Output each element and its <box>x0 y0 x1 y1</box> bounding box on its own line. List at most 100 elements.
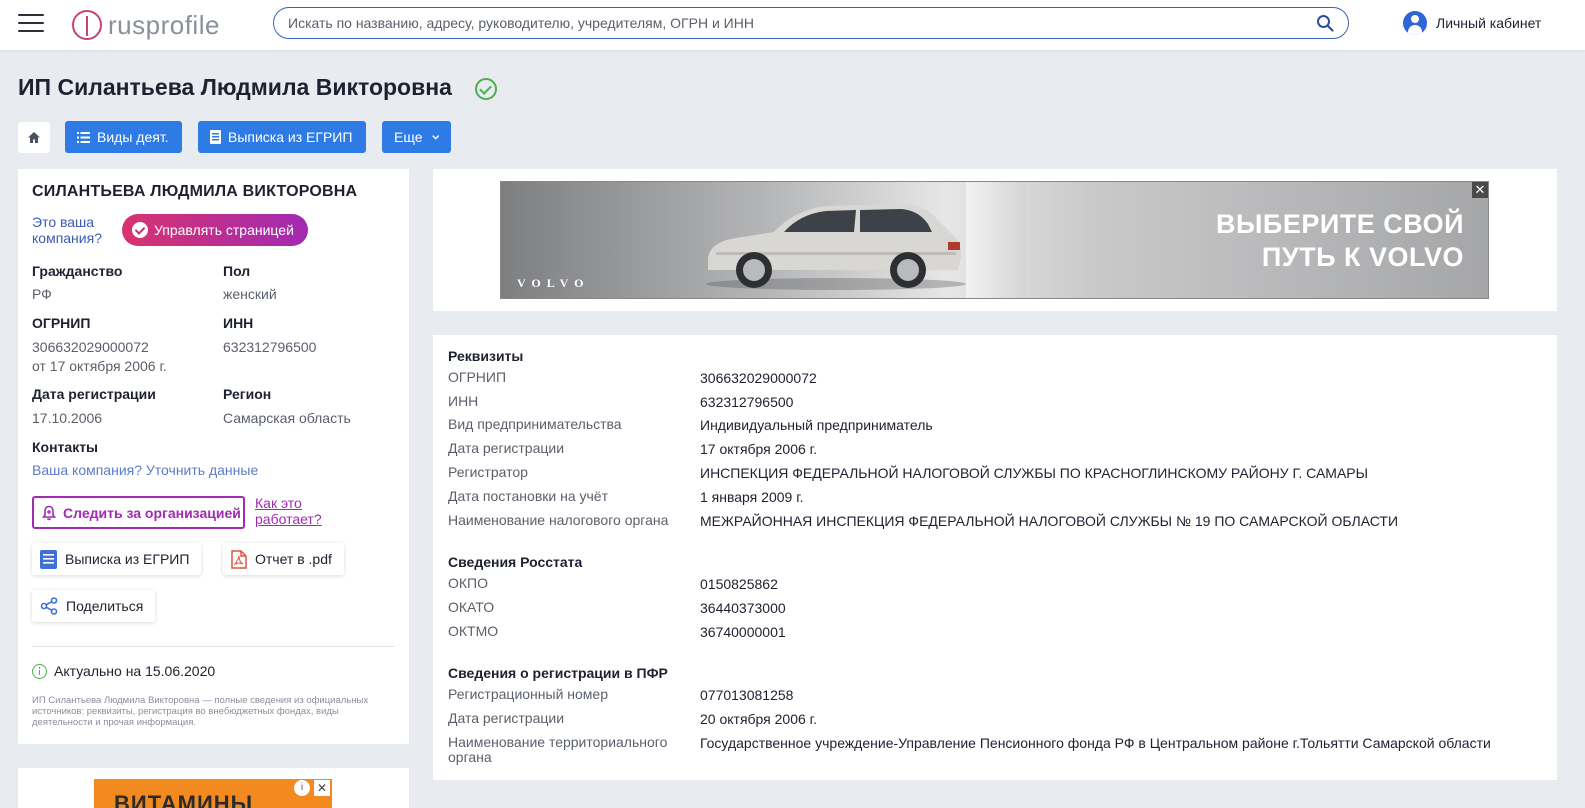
region-label: Регион <box>223 386 272 402</box>
requisite-label: ОГРНИП <box>448 369 507 385</box>
egrip-chip-label: Выписка из ЕГРИП <box>65 551 190 567</box>
manage-page-button[interactable]: Управлять страницей <box>122 214 308 246</box>
user-icon <box>1403 11 1427 35</box>
small-ad-banner[interactable]: ВИТАМИНЫ i ✕ <box>94 779 332 808</box>
disclaimer: ИП Силантьева Людмила Викторовна — полны… <box>32 695 369 728</box>
pfr-label: Дата регистрации <box>448 710 565 726</box>
ad-slogan: ВЫБЕРИТЕ СВОЙ ПУТЬ К VOLVO <box>1144 208 1464 274</box>
pdf-chip[interactable]: Отчет в .pdf <box>223 543 344 575</box>
region-value: Самарская область <box>223 410 351 426</box>
requisite-value: 306632029000072 <box>700 370 817 386</box>
contacts-label: Контакты <box>32 439 99 455</box>
pfr-label: Регистрационный номер <box>448 686 608 702</box>
egrip-chip[interactable]: Выписка из ЕГРИП <box>32 543 201 575</box>
follow-button[interactable]: Следить за организацией <box>32 496 245 529</box>
check-badge-icon <box>132 222 148 238</box>
menu-icon[interactable] <box>18 14 44 34</box>
close-icon[interactable]: ✕ <box>314 780 330 796</box>
car-image <box>706 204 966 290</box>
requisite-label: Вид предпринимательства <box>448 416 622 432</box>
rosstat-value: 36740000001 <box>700 624 786 640</box>
rosstat-label: ОКТМО <box>448 623 499 639</box>
search-icon[interactable] <box>1316 14 1334 32</box>
requisite-value: Индивидуальный предприниматель <box>700 417 933 433</box>
details-card: Реквизиты ОГРНИП 306632029000072 ИНН 632… <box>433 335 1557 780</box>
more-label: Еще <box>394 129 423 145</box>
pfr-value: Государственное учреждение-Управление Пе… <box>700 735 1491 751</box>
requisite-label: Дата регистрации <box>448 440 565 456</box>
ogrnip-value: 306632029000072 <box>32 339 149 355</box>
citizenship-label: Гражданство <box>32 263 123 279</box>
info-icon <box>32 663 47 679</box>
activities-label: Виды деят. <box>97 129 169 145</box>
follow-label: Следить за организацией <box>63 504 241 521</box>
your-company-link[interactable]: Это ваша компания? <box>32 214 122 246</box>
close-icon[interactable]: ✕ <box>1472 182 1488 198</box>
small-ad-text: ВИТАМИНЫ <box>114 791 254 808</box>
share-chip[interactable]: Поделиться <box>32 590 155 622</box>
ad-brand: VOLVO <box>517 276 590 290</box>
site-logo[interactable]: rusprofile <box>72 7 220 43</box>
contacts-link[interactable]: Ваша компания? Уточнить данные <box>32 462 258 478</box>
inn-label: ИНН <box>223 315 254 331</box>
home-button[interactable] <box>18 122 50 153</box>
requisite-value: МЕЖРАЙОННАЯ ИНСПЕКЦИЯ ФЕДЕРАЛЬНОЙ НАЛОГО… <box>700 513 1399 529</box>
inn-value: 632312796500 <box>223 339 317 355</box>
egrip-label: Выписка из ЕГРИП <box>228 129 353 145</box>
requisite-label: Регистратор <box>448 464 528 480</box>
ogrnip-label: ОГРНИП <box>32 315 91 331</box>
left-ad-card: ВИТАМИНЫ i ✕ <box>18 768 409 808</box>
requisite-label: Наименование налогового органа <box>448 512 669 528</box>
entrepreneur-name: СИЛАНТЬЕВА ЛЮДМИЛА ВИКТОРОВНА <box>32 183 358 200</box>
ad-wall <box>966 182 1026 298</box>
requisites-title: Реквизиты <box>448 348 524 364</box>
gender-label: Пол <box>223 263 251 279</box>
citizenship-value: РФ <box>32 286 52 302</box>
requisite-value: 1 января 2009 г. <box>700 489 804 505</box>
bell-icon <box>42 505 56 521</box>
ad-info-icon[interactable]: i <box>294 780 310 796</box>
top-header: rusprofile Личный кабинет <box>0 0 1585 50</box>
requisite-label: Дата постановки на учёт <box>448 488 608 504</box>
actual-date: Актуально на 15.06.2020 <box>32 663 215 679</box>
ad-slogan-line2: ПУТЬ К VOLVO <box>1261 242 1464 272</box>
ad-banner[interactable]: VOLVO ВЫБЕРИТЕ СВОЙ ПУТЬ К VOLVO <box>500 181 1489 299</box>
summary-card: СИЛАНТЬЕВА ЛЮДМИЛА ВИКТОРОВНА Это ваша к… <box>18 169 409 744</box>
pfr-value: 077013081258 <box>700 687 794 703</box>
share-chip-label: Поделиться <box>66 598 144 614</box>
pdf-icon <box>231 549 247 569</box>
rosstat-title: Сведения Росстата <box>448 554 583 570</box>
ad-card: VOLVO ВЫБЕРИТЕ СВОЙ ПУТЬ К VOLVO ✕ <box>433 169 1557 311</box>
page-title: ИП Силантьева Людмила Викторовна <box>18 74 452 100</box>
more-button[interactable]: Еще <box>382 121 451 153</box>
manage-label: Управлять страницей <box>154 222 294 238</box>
rosstat-label: ОКПО <box>448 575 488 591</box>
search-box <box>273 7 1349 39</box>
account-link[interactable]: Личный кабинет <box>1403 10 1541 36</box>
egrip-document-icon <box>40 549 57 569</box>
divider <box>32 646 395 647</box>
reg-date-value: 17.10.2006 <box>32 410 103 426</box>
share-icon <box>40 597 58 615</box>
account-label: Личный кабинет <box>1436 15 1542 31</box>
search-input[interactable] <box>288 8 1288 37</box>
requisite-value: ИНСПЕКЦИЯ ФЕДЕРАЛЬНОЙ НАЛОГОВОЙ СЛУЖБЫ П… <box>700 465 1369 481</box>
pfr-title: Сведения о регистрации в ПФР <box>448 665 668 681</box>
ogrnip-date: от 17 октября 2006 г. <box>32 358 167 374</box>
pfr-value: 20 октября 2006 г. <box>700 711 817 727</box>
how-it-works-link[interactable]: Как это работает? <box>255 495 345 527</box>
ad-slogan-line1: ВЫБЕРИТЕ СВОЙ <box>1216 209 1464 239</box>
rosstat-label: ОКАТО <box>448 599 495 615</box>
actual-text: Актуально на 15.06.2020 <box>54 663 216 679</box>
list-icon <box>77 131 90 143</box>
requisite-value: 632312796500 <box>700 394 794 410</box>
verified-icon <box>475 78 497 100</box>
requisite-label: ИНН <box>448 393 479 409</box>
logo-text: rusprofile <box>108 9 220 40</box>
pfr-label: Наименование территориального органа <box>448 734 668 765</box>
egrip-button[interactable]: Выписка из ЕГРИП <box>198 121 366 153</box>
logo-icon <box>72 10 102 40</box>
activities-button[interactable]: Виды деят. <box>65 121 182 153</box>
requisite-value: 17 октября 2006 г. <box>700 441 817 457</box>
gender-value: женский <box>223 286 277 302</box>
